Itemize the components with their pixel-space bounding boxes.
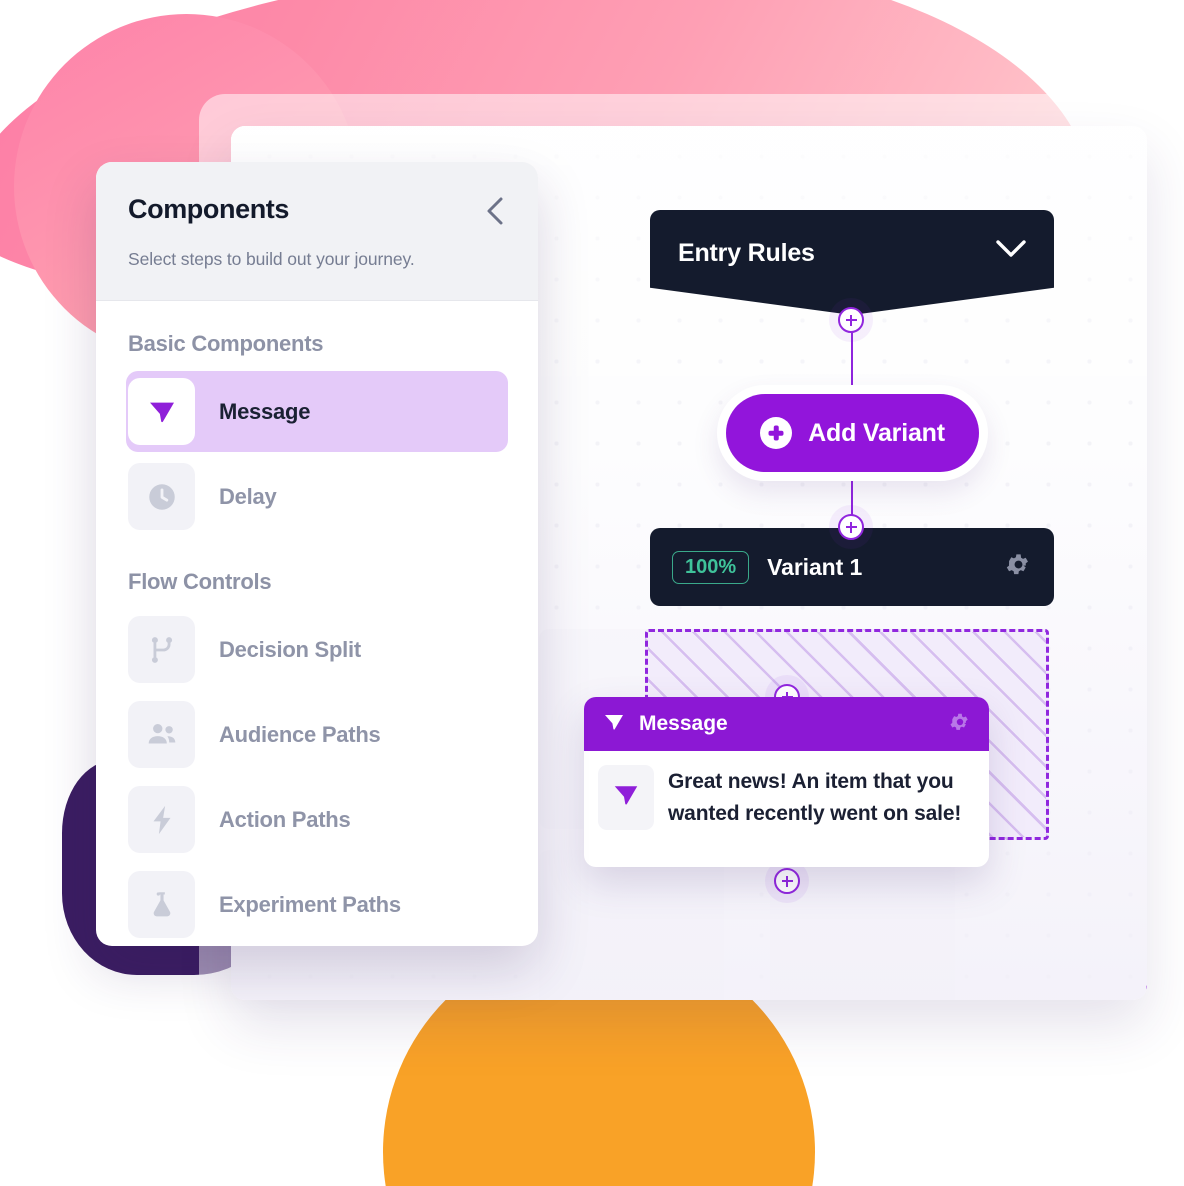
sidebar-item-label: Audience Paths — [219, 721, 381, 747]
chevron-left-icon[interactable] — [484, 196, 506, 231]
sidebar-item-message[interactable]: Message — [126, 371, 508, 452]
send-icon — [611, 780, 641, 815]
message-card-title: Message — [639, 712, 728, 735]
placeholder-card — [770, 850, 955, 1000]
sidebar-group-label-basic: Basic Components — [128, 331, 324, 356]
message-thumbnail — [598, 765, 654, 830]
sidebar-body: Basic Components Message Delay Flow Cont… — [96, 301, 538, 945]
sidebar-item-experiment-paths[interactable]: Experiment Paths — [96, 864, 538, 945]
message-card-header: Message — [584, 697, 989, 751]
users-icon — [128, 701, 195, 768]
send-icon — [128, 378, 195, 445]
variant-percent-badge: 100% — [672, 550, 750, 584]
gear-icon[interactable] — [1005, 551, 1032, 583]
add-variant-label: Add Variant — [808, 418, 945, 447]
entry-rules-title: Entry Rules — [678, 239, 815, 267]
entry-rules-node[interactable]: Entry Rules — [650, 210, 1054, 315]
sidebar-item-action-paths[interactable]: Action Paths — [96, 779, 538, 860]
variant-title: Variant 1 — [767, 553, 863, 580]
send-icon — [602, 710, 626, 739]
sidebar-item-audience-paths[interactable]: Audience Paths — [96, 694, 538, 775]
sidebar-item-label: Delay — [219, 483, 277, 509]
sidebar-subtitle: Select steps to build out your journey. — [128, 249, 415, 269]
bolt-icon — [128, 786, 195, 853]
sidebar-header: Components Select steps to build out you… — [96, 162, 538, 301]
branch-icon — [128, 616, 195, 683]
sidebar-item-decision-split[interactable]: Decision Split — [96, 609, 538, 690]
add-variant-button[interactable]: Add Variant — [726, 394, 979, 472]
chevron-down-icon[interactable] — [996, 240, 1026, 264]
add-step-button[interactable] — [838, 514, 864, 540]
placeholder-card — [539, 850, 724, 1000]
sidebar-item-label: Message — [219, 398, 311, 424]
mouse-cursor-icon — [1141, 981, 1147, 1000]
screenshot-stage: Entry Rules Add Variant 100% Variant 1 M… — [0, 0, 1184, 1186]
message-body-text: Great news! An item that you wanted rece… — [668, 770, 962, 825]
sidebar-item-delay[interactable]: Delay — [96, 456, 538, 537]
add-step-button[interactable] — [838, 307, 864, 333]
clock-icon — [128, 463, 195, 530]
sidebar-item-label: Action Paths — [219, 806, 351, 832]
components-sidebar: Components Select steps to build out you… — [96, 162, 538, 946]
sidebar-item-label: Experiment Paths — [219, 891, 401, 917]
sidebar-group-label-flow: Flow Controls — [128, 569, 272, 594]
message-card-body: Great news! An item that you wanted rece… — [584, 751, 989, 844]
gear-icon[interactable] — [949, 711, 971, 738]
sidebar-title: Components — [128, 194, 289, 224]
message-step-card[interactable]: Message Great news! An item that you wan… — [584, 697, 989, 867]
plus-circle-icon — [760, 417, 793, 449]
sidebar-item-label: Decision Split — [219, 636, 361, 662]
add-step-button[interactable] — [774, 868, 800, 894]
flask-icon — [128, 871, 195, 938]
